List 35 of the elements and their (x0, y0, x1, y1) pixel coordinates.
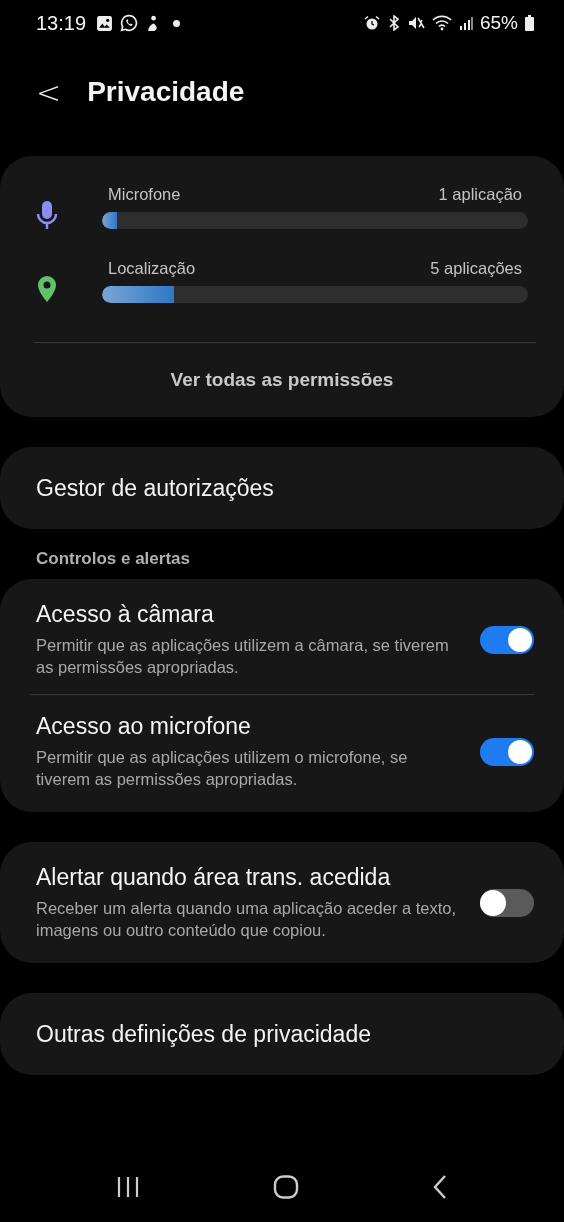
location-pin-icon (36, 275, 58, 303)
app-count: 5 aplicações (430, 259, 522, 278)
toggle-switch[interactable] (480, 888, 534, 917)
microphone-icon (36, 200, 58, 230)
permission-label: Microfone (108, 185, 181, 204)
setting-description: Permitir que as aplicações utilizem o microfone, se tiverem as permissões apropriadas. (36, 747, 409, 790)
toggle-switch[interactable] (480, 625, 534, 654)
page-title: Privacidade (87, 76, 245, 108)
setting-title: Acesso ao microfone (36, 713, 252, 740)
back-icon[interactable] (431, 1174, 448, 1200)
section-title: Controlos e alertas (35, 549, 191, 569)
bluetooth-icon (386, 15, 401, 31)
chat-bubble-icon (120, 14, 139, 32)
permission-label: Localização (108, 259, 196, 278)
permission-manager-item[interactable]: Gestor de autorizações (0, 447, 564, 529)
alarm-icon (363, 15, 380, 31)
battery-icon (525, 15, 534, 31)
setting-description: Receber um alerta quando uma aplicação aceder a texto, imagens ou outro conteúdo que copiou. (36, 898, 458, 941)
clock: 13:19 (36, 11, 87, 35)
toggle-switch[interactable] (480, 737, 534, 766)
see-all-permissions-link[interactable]: Ver todas as permissões (36, 343, 528, 411)
wifi-icon (431, 15, 452, 31)
mute-icon (407, 15, 425, 31)
setting-title: Acesso à câmara (36, 601, 215, 628)
setting-title: Alertar quando área trans. acedida (36, 864, 392, 891)
battery-percentage: 65% (479, 12, 518, 34)
back-button[interactable]: < (36, 74, 62, 110)
notification-dot-icon (173, 19, 181, 27)
recent-apps-icon[interactable] (116, 1176, 141, 1198)
setting-description: Permitir que as aplicações utilizem a câmara, se tiverem as permissões apropriadas. (36, 635, 450, 678)
gallery-icon (96, 14, 114, 32)
other-privacy-settings-item[interactable]: Outras definições de privacidade (0, 993, 564, 1075)
app-count: 1 aplicação (438, 185, 522, 204)
signal-icon (458, 15, 473, 31)
home-icon[interactable] (273, 1175, 299, 1199)
